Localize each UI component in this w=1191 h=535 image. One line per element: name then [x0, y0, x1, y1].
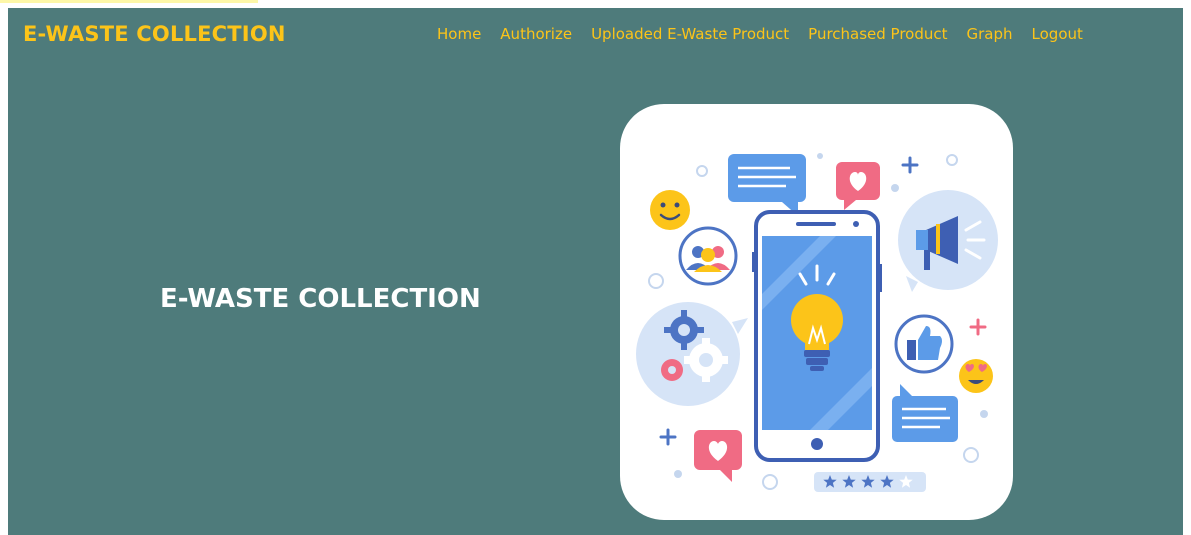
thumbs-up-icon — [894, 314, 954, 374]
smiley-icon — [650, 190, 690, 230]
megaphone-icon — [898, 190, 998, 292]
plus-icon — [659, 428, 677, 446]
plus-icon — [969, 318, 987, 336]
decor-circle — [696, 165, 708, 177]
decor-dot — [980, 410, 988, 418]
nav-authorize[interactable]: Authorize — [500, 25, 572, 43]
chat-bubble-icon — [728, 154, 806, 216]
heart-eyes-icon — [959, 359, 993, 393]
hero-title: E-WASTE COLLECTION — [160, 284, 481, 314]
decor-circle — [762, 474, 778, 490]
nav-graph[interactable]: Graph — [967, 25, 1013, 43]
page-container: E-WASTE COLLECTION Home Authorize Upload… — [8, 8, 1183, 535]
nav-home[interactable]: Home — [437, 25, 481, 43]
decor-dot — [891, 184, 899, 192]
hero-illustration — [620, 104, 1013, 520]
decor-circle — [648, 273, 664, 289]
main-nav: Home Authorize Uploaded E-Waste Product … — [437, 25, 1102, 43]
brand-logo[interactable]: E-WASTE COLLECTION — [23, 22, 286, 46]
decor-dot — [674, 470, 682, 478]
chat-bubble-icon — [892, 384, 958, 442]
decor-circle — [963, 447, 979, 463]
plus-icon — [901, 156, 919, 174]
nav-purchased-product[interactable]: Purchased Product — [808, 25, 947, 43]
people-icon — [678, 226, 738, 286]
nav-uploaded-e-waste-product[interactable]: Uploaded E-Waste Product — [591, 25, 789, 43]
gear-icon — [636, 302, 748, 406]
top-highlight-strip — [0, 0, 258, 3]
heart-icon — [836, 162, 880, 210]
decor-dot — [817, 153, 823, 159]
heart-icon — [694, 430, 742, 482]
nav-logout[interactable]: Logout — [1032, 25, 1083, 43]
decor-circle — [946, 154, 958, 166]
